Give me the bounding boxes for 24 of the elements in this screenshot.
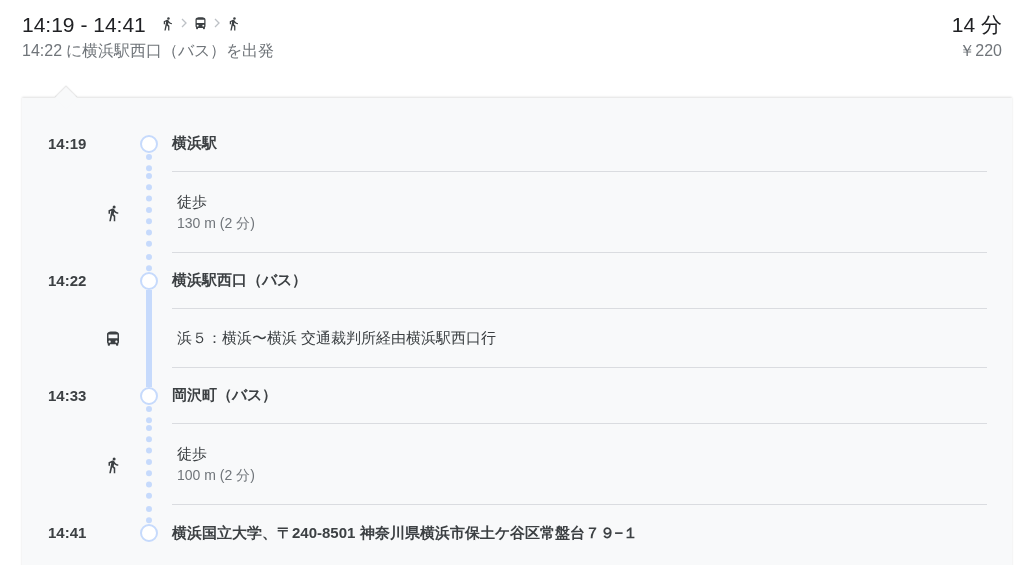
stop-marker (140, 387, 158, 405)
chevron-icon (180, 18, 187, 28)
stop-name[interactable]: 横浜国立大学、〒240-8501 神奈川県横浜市保土ケ谷区常盤台７９−１ (172, 521, 639, 545)
segment-title: 徒歩 (177, 192, 208, 212)
stop-marker (140, 524, 158, 542)
trip-time-range: 14:19 - 14:41 (22, 12, 146, 38)
segment-title: 徒歩 (177, 444, 208, 464)
stop-marker (140, 272, 158, 290)
stop-time: 14:41 (48, 522, 87, 543)
stop-time: 14:33 (48, 385, 87, 406)
bus-icon (104, 329, 122, 348)
stop-time: 14:19 (48, 133, 87, 154)
segment-detail: 100 m (2 分) (177, 466, 256, 485)
stop-time: 14:22 (48, 270, 87, 291)
segment-detail: 130 m (2 分) (177, 214, 256, 233)
segment-title: 浜５：横浜〜横浜 交通裁判所経由横浜駅西口行 (177, 328, 498, 348)
departure-info: 14:22 に横浜駅西口（バス）を出発 (22, 41, 275, 61)
chevron-icon (213, 18, 220, 28)
stop-marker (140, 135, 158, 153)
stop-name[interactable]: 横浜駅西口（バス） (172, 269, 307, 292)
trip-fare: ￥220 (959, 41, 1002, 61)
stop-name[interactable]: 岡沢町（バス） (172, 384, 277, 407)
trip-duration: 14 分 (951, 12, 1002, 38)
stop-name[interactable]: 横浜駅 (172, 132, 217, 155)
